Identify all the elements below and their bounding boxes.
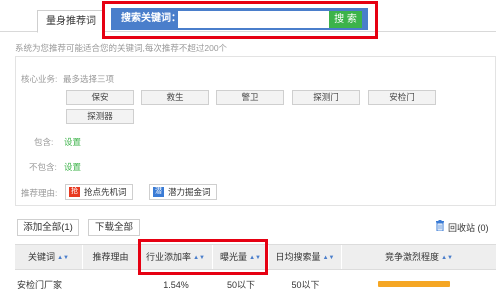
cell-reason xyxy=(83,272,139,298)
metrics-highlight-box xyxy=(138,239,268,275)
recommendation-hint: 系统为您推荐可能适合您的关键词,每次推荐不超过200个 xyxy=(15,43,228,53)
search-button[interactable]: 搜 索 xyxy=(329,11,362,28)
add-all-button[interactable]: 添加全部(1) xyxy=(17,219,79,236)
cell-exposure: 50以下 xyxy=(226,280,255,290)
trash-icon[interactable] xyxy=(435,220,445,231)
include-settings-link[interactable]: 设置 xyxy=(64,136,81,148)
tab-recommended-keywords[interactable]: 量身推荐词 xyxy=(37,10,105,33)
cell-daily-search: 50以下 xyxy=(291,280,320,290)
sort-icon: ▲▼ xyxy=(57,255,69,261)
col-keyword[interactable]: 关键词 ▲▼ xyxy=(15,245,83,269)
exclude-label: 不包含: xyxy=(29,162,57,172)
recommend-reason-label: 推荐理由: xyxy=(21,188,58,198)
col-competition-label: 竞争激烈程度 xyxy=(385,252,440,262)
keyword-chip[interactable]: 保安 xyxy=(66,90,134,105)
reason-potential-label: 潜力掘金词 xyxy=(168,187,211,197)
reason-potential-button[interactable]: 潜 潜力掘金词 xyxy=(149,184,217,200)
col-daily-search[interactable]: 日均搜索量 ▲▼ xyxy=(269,245,342,269)
filter-panel: 核心业务: 最多选择三项 保安 救生 警卫 探测门 安检门 探测器 包含: 设置… xyxy=(15,56,496,206)
col-daily-search-label: 日均搜索量 xyxy=(275,252,321,262)
exclude-settings-link[interactable]: 设置 xyxy=(64,161,81,173)
cell-add-rate: 1.54% xyxy=(163,280,189,290)
grab-icon: 抢 xyxy=(69,187,80,197)
sort-icon: ▲▼ xyxy=(441,255,453,261)
include-label: 包含: xyxy=(34,137,54,147)
reason-grab-button[interactable]: 抢 抢点先机词 xyxy=(65,184,133,200)
keyword-chip[interactable]: 警卫 xyxy=(216,90,284,105)
col-reason: 推荐理由 xyxy=(83,245,139,269)
col-reason-label: 推荐理由 xyxy=(92,252,129,262)
col-keyword-label: 关键词 xyxy=(28,252,56,262)
competition-bar xyxy=(378,281,450,287)
search-bar: 搜索关键词： 搜 索 xyxy=(111,8,368,30)
col-competition[interactable]: 竞争激烈程度 ▲▼ xyxy=(342,245,496,269)
keyword-chip[interactable]: 安检门 xyxy=(368,90,436,105)
table-row[interactable]: 安检门厂家 1.54% 50以下 50以下 xyxy=(15,272,496,298)
download-all-button[interactable]: 下载全部 xyxy=(88,219,140,236)
core-business-note: 最多选择三项 xyxy=(63,74,115,84)
search-input[interactable] xyxy=(178,11,329,28)
potential-icon: 潜 xyxy=(153,187,164,197)
keyword-chip[interactable]: 探测门 xyxy=(292,90,360,105)
recycle-bin-link[interactable]: 回收站 (0) xyxy=(448,221,489,234)
core-business-label: 核心业务: xyxy=(21,74,58,84)
keyword-chip[interactable]: 探测器 xyxy=(66,109,134,124)
keyword-chip[interactable]: 救生 xyxy=(141,90,209,105)
search-label: 搜索关键词： xyxy=(121,13,181,24)
sort-icon: ▲▼ xyxy=(322,255,335,261)
reason-grab-label: 抢点先机词 xyxy=(84,187,127,197)
cell-keyword: 安检门厂家 xyxy=(17,280,63,290)
